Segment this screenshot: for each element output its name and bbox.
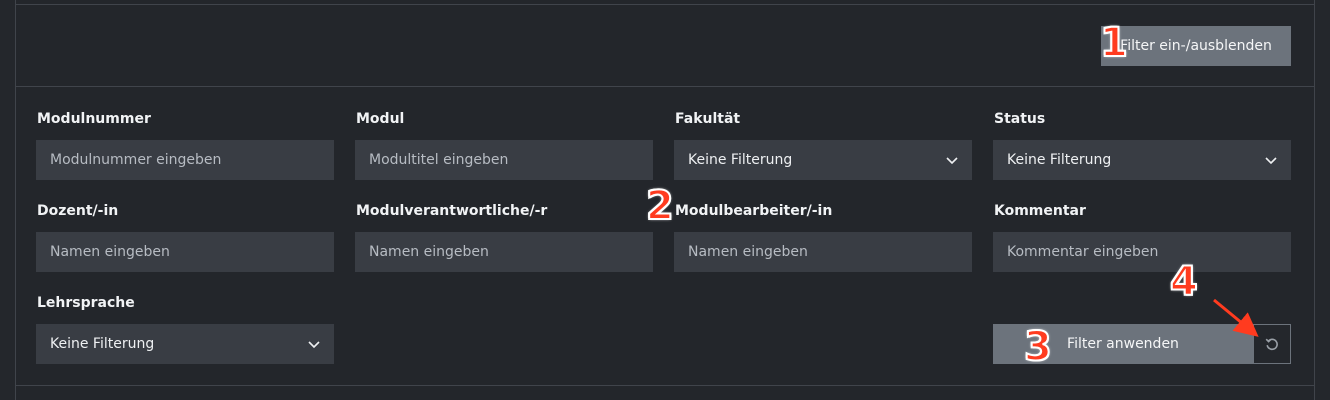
chevron-down-icon — [308, 341, 320, 349]
status-select-value: Keine Filterung — [1007, 152, 1112, 168]
annotation-1: 1 — [1099, 20, 1129, 66]
header-divider — [16, 86, 1314, 87]
modulnummer-input[interactable]: Modulnummer eingeben — [36, 140, 334, 180]
annotation-3: 3 — [1023, 324, 1053, 370]
chevron-down-icon — [1265, 157, 1277, 165]
modul-input[interactable]: Modultitel eingeben — [355, 140, 653, 180]
annotation-2: 2 — [645, 183, 675, 229]
label-kommentar: Kommentar — [994, 203, 1086, 219]
kommentar-input[interactable]: Kommentar eingeben — [993, 232, 1291, 272]
lehrsprache-select-value: Keine Filterung — [50, 336, 155, 352]
reset-filter-button[interactable] — [1253, 324, 1291, 364]
lehrsprache-select[interactable]: Keine Filterung — [36, 324, 334, 364]
annotation-4: 4 — [1169, 259, 1199, 305]
toggle-filter-button[interactable]: Filter ein-/ausblenden — [1101, 26, 1291, 66]
fakultaet-select[interactable]: Keine Filterung — [674, 140, 972, 180]
label-dozent: Dozent/-in — [37, 203, 119, 219]
chevron-down-icon — [946, 157, 958, 165]
footer-divider — [16, 385, 1314, 386]
label-bearbeiter: Modulbearbeiter/-in — [675, 203, 833, 219]
fakultaet-select-value: Keine Filterung — [688, 152, 793, 168]
label-modulnummer: Modulnummer — [37, 111, 151, 127]
label-fakultaet: Fakultät — [675, 111, 741, 127]
label-verantwortliche: Modulverantwortliche/-r — [356, 203, 548, 219]
top-divider — [16, 4, 1314, 5]
bearbeiter-input[interactable]: Namen eingeben — [674, 232, 972, 272]
label-status: Status — [994, 111, 1046, 127]
status-select[interactable]: Keine Filterung — [993, 140, 1291, 180]
label-modul: Modul — [356, 111, 405, 127]
label-lehrsprache: Lehrsprache — [37, 295, 135, 311]
verantwortliche-input[interactable]: Namen eingeben — [355, 232, 653, 272]
reset-icon — [1265, 338, 1278, 351]
dozent-input[interactable]: Namen eingeben — [36, 232, 334, 272]
